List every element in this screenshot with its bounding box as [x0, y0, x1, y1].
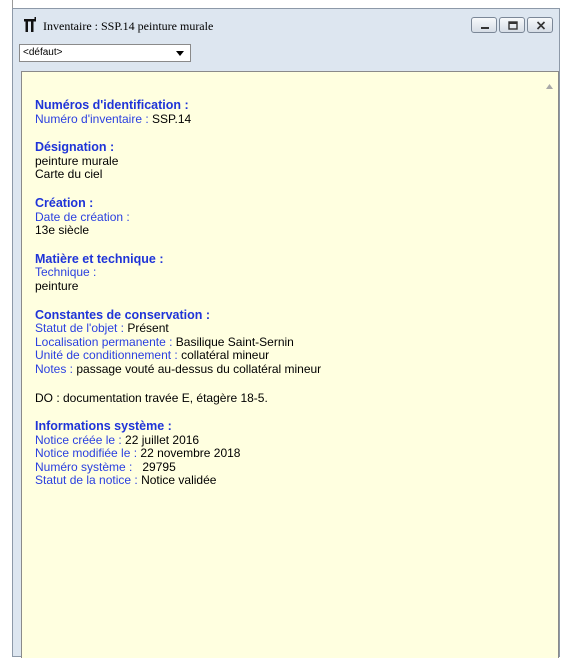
section-system: Informations système : Notice créée le :…	[35, 419, 525, 488]
field-label: Unité de conditionnement :	[35, 348, 182, 363]
field-value: Basilique Saint-Sernin	[175, 334, 294, 349]
section-identification: Numéros d'identification : Numéro d'inve…	[35, 98, 525, 126]
scroll-up-icon[interactable]	[546, 84, 553, 89]
minimize-button[interactable]	[471, 17, 497, 33]
field-label: Numéro système :	[35, 459, 136, 474]
title-bar[interactable]: Inventaire : SSP.14 peinture murale	[13, 9, 559, 41]
chevron-down-icon	[176, 51, 184, 56]
app-logo-icon	[23, 17, 37, 33]
field-label: Notes :	[35, 361, 77, 376]
field-label: Technique :	[35, 265, 97, 280]
field-label: Notice créée le :	[35, 432, 126, 447]
section-heading: Matière et technique :	[35, 251, 164, 266]
field-label: Statut de l'objet :	[35, 321, 128, 336]
record-panel[interactable]: Numéros d'identification : Numéro d'inve…	[21, 71, 559, 658]
view-select[interactable]: <défaut>	[19, 44, 191, 62]
section-heading: Désignation :	[35, 140, 115, 155]
field-value: 29795	[135, 459, 176, 474]
field-value: 22 novembre 2018	[140, 446, 241, 461]
field-value: passage vouté au-dessus du collatéral mi…	[76, 361, 322, 376]
field-label: Numéro d'inventaire :	[35, 111, 153, 126]
section-designation: Désignation : peinture murale Carte du c…	[35, 141, 525, 182]
section-creation: Création : Date de création : 13e siècle	[35, 195, 525, 238]
section-conservation: Constantes de conservation : Statut de l…	[35, 307, 525, 377]
view-select-value: <défaut>	[23, 47, 63, 58]
section-material: Matière et technique : Technique : peint…	[35, 251, 525, 294]
field-label: Date de création :	[35, 209, 130, 224]
minimize-icon	[481, 27, 489, 29]
maximize-button[interactable]	[499, 17, 525, 33]
section-heading: Création :	[35, 195, 94, 210]
field-label: Localisation permanente :	[35, 334, 176, 349]
inventory-window: Inventaire : SSP.14 peinture murale <déf…	[12, 8, 560, 658]
do-line: DO : documentation travée E, étagère 18-…	[35, 390, 268, 405]
field-label: Statut de la notice :	[35, 473, 142, 488]
field-value: 13e siècle	[35, 223, 90, 238]
window-title: Inventaire : SSP.14 peinture murale	[43, 19, 214, 33]
field-label: Notice modifiée le :	[35, 446, 141, 461]
field-value: peinture	[35, 278, 79, 293]
section-heading: Numéros d'identification :	[35, 98, 189, 112]
record-details: Numéros d'identification : Numéro d'inve…	[35, 98, 525, 503]
section-heading: Informations système :	[35, 419, 172, 434]
section-heading: Constantes de conservation :	[35, 307, 211, 322]
field-value: Notice validée	[141, 473, 217, 488]
field-value: 22 juillet 2016	[125, 432, 200, 447]
close-button[interactable]	[527, 17, 553, 33]
toolbar: <défaut>	[13, 41, 559, 69]
field-value: Carte du ciel	[35, 167, 103, 182]
maximize-icon	[508, 21, 518, 30]
field-value: collatéral mineur	[181, 348, 270, 363]
field-value: peinture murale	[35, 153, 119, 168]
close-icon	[536, 21, 546, 30]
field-value: Présent	[127, 321, 169, 336]
field-value: SSP.14	[152, 111, 192, 126]
